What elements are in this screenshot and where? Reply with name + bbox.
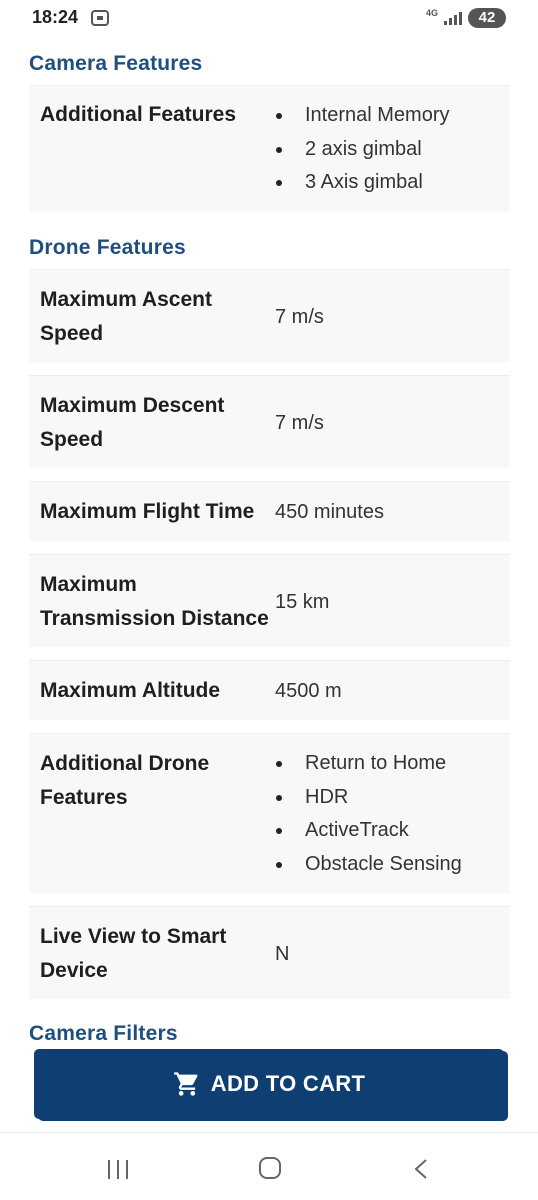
spec-value: 15 km	[275, 591, 330, 613]
spec-label: Maximum Altitude	[40, 679, 221, 702]
product-specifications[interactable]: Camera Features Additional Features Inte…	[0, 36, 538, 1046]
recent-apps-icon[interactable]	[108, 1160, 130, 1179]
spec-value-list: Return to Home HDR ActiveTrack Obstacle …	[275, 747, 462, 881]
back-icon[interactable]	[412, 1158, 430, 1180]
spec-row-maximum-altitude: Maximum Altitude 4500 m	[29, 660, 510, 720]
spec-row-maximum-descent-speed: Maximum Descent Speed 7 m/s	[29, 375, 510, 468]
spec-value: N	[275, 943, 290, 965]
spec-label: Additional Drone Features	[40, 752, 210, 809]
spec-row-live-view-to-smart-device: Live View to Smart Device N	[29, 906, 510, 999]
add-to-cart-label: ADD TO CART	[210, 1071, 366, 1096]
battery-icon: 42	[468, 8, 506, 28]
list-item: Internal Memory	[275, 99, 450, 133]
home-icon[interactable]	[259, 1157, 281, 1179]
spec-value-list: Internal Memory 2 axis gimbal 3 Axis gim…	[275, 99, 450, 200]
list-item: HDR	[275, 781, 462, 815]
spec-value: 4500 m	[275, 680, 342, 702]
screenshot-notification-icon	[91, 10, 109, 26]
spec-row-additional-drone-features: Additional Drone Features Return to Home…	[29, 733, 510, 893]
spec-label: Maximum Transmission Distance	[40, 573, 269, 630]
section-title-camera-filters: Camera Filters	[29, 1022, 178, 1045]
signal-strength-icon	[444, 12, 462, 25]
spec-label: Maximum Ascent Speed	[40, 288, 212, 345]
spec-value: 7 m/s	[275, 412, 324, 434]
network-type-label: 4G	[426, 8, 439, 18]
spec-row-maximum-transmission-distance: Maximum Transmission Distance 15 km	[29, 554, 510, 647]
list-item: ActiveTrack	[275, 814, 462, 848]
status-time: 18:24	[32, 7, 79, 27]
system-navigation-bar	[0, 1132, 538, 1200]
list-item: 2 axis gimbal	[275, 133, 450, 167]
spec-label: Additional Features	[40, 103, 237, 126]
section-title-camera-features: Camera Features	[29, 52, 203, 75]
status-bar: 18:24 4G 42	[0, 0, 538, 36]
spec-row-maximum-flight-time: Maximum Flight Time 450 minutes	[29, 481, 510, 541]
spec-row-additional-features: Additional Features Internal Memory 2 ax…	[29, 85, 510, 212]
list-item: Obstacle Sensing	[275, 848, 462, 882]
spec-value: 450 minutes	[275, 501, 384, 523]
shopping-cart-icon	[173, 1072, 198, 1096]
list-item: 3 Axis gimbal	[275, 166, 450, 200]
add-to-cart-button[interactable]: ADD TO CART	[34, 1049, 504, 1119]
list-item: Return to Home	[275, 747, 462, 781]
spec-label: Maximum Descent Speed	[40, 394, 225, 451]
spec-label: Maximum Flight Time	[40, 500, 255, 523]
section-title-drone-features: Drone Features	[29, 236, 186, 259]
spec-label: Live View to Smart Device	[40, 925, 227, 982]
spec-row-maximum-ascent-speed: Maximum Ascent Speed 7 m/s	[29, 269, 510, 362]
spec-value: 7 m/s	[275, 306, 324, 328]
